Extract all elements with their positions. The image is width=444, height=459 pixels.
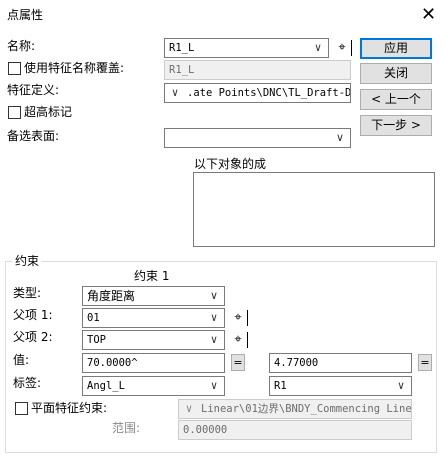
- tag1-combo[interactable]: Angl_L ∨: [82, 376, 225, 396]
- planar-constraint-value: Linear\01边界\BNDY_Commencing Line: [201, 403, 412, 415]
- name-value: R1_L: [169, 42, 195, 54]
- tag2-combo[interactable]: R1 ∨: [269, 376, 412, 396]
- close-icon[interactable]: ✕: [413, 0, 444, 29]
- override-name-checkbox[interactable]: [8, 62, 21, 75]
- apply-button[interactable]: 应用: [360, 38, 432, 59]
- parent2-label: 父项 2:: [13, 330, 53, 344]
- type-value: 角度距离: [87, 289, 136, 303]
- next-button[interactable]: 下一步 >: [360, 115, 432, 136]
- chevron-down-icon[interactable]: ∨: [333, 129, 347, 147]
- pick-parent2-icon[interactable]: ⌖: [230, 331, 248, 349]
- parent1-combo[interactable]: 01 ∨: [82, 308, 225, 328]
- parent2-value: TOP: [87, 334, 106, 346]
- alt-surface-label: 备选表面:: [7, 129, 60, 143]
- override-name-field: R1_L: [164, 60, 351, 80]
- chevron-down-icon[interactable]: ∨: [207, 287, 221, 305]
- type-combo[interactable]: 角度距离 ∨: [82, 286, 225, 306]
- objects-list[interactable]: [193, 172, 435, 247]
- prev-button[interactable]: < 上一个: [360, 89, 432, 110]
- close-button[interactable]: 关闭: [360, 63, 432, 84]
- range-label: 范围:: [112, 421, 141, 435]
- objects-label: 以下对象的成: [194, 157, 267, 171]
- pick-parent1-icon[interactable]: ⌖: [230, 309, 248, 327]
- chevron-down-icon: ∨: [185, 402, 193, 415]
- superelevation-label: 超高标记: [24, 105, 73, 119]
- alt-surface-combo[interactable]: ∨: [164, 128, 351, 148]
- superelevation-checkbox[interactable]: [8, 106, 21, 119]
- range-field: 0.00000: [178, 420, 412, 440]
- tag2-value: R1: [274, 380, 287, 392]
- chevron-down-icon[interactable]: ∨: [207, 331, 221, 349]
- parent1-value: 01: [87, 312, 100, 324]
- tag-label: 标签:: [13, 376, 42, 390]
- override-name-label: 使用特征名称覆盖:: [24, 61, 125, 75]
- name-combo[interactable]: R1_L ∨: [164, 38, 329, 58]
- feature-def-label: 特征定义:: [7, 83, 60, 97]
- parent1-label: 父项 1:: [13, 308, 53, 322]
- value2-field[interactable]: 4.77000: [269, 353, 412, 373]
- chevron-down-icon[interactable]: ∨: [168, 84, 182, 102]
- feature-def-combo[interactable]: ∨ .ate Points\DNC\TL_Draft-DNC: [164, 83, 351, 103]
- type-label: 类型:: [13, 286, 42, 300]
- chevron-down-icon[interactable]: ∨: [311, 39, 325, 57]
- tag1-value: Angl_L: [87, 380, 125, 392]
- window-title: 点属性: [7, 8, 44, 22]
- value1-field[interactable]: 70.0000^: [82, 353, 225, 373]
- chevron-down-icon[interactable]: ∨: [394, 377, 408, 395]
- chevron-down-icon[interactable]: ∨: [207, 309, 221, 327]
- planar-constraint-combo: ∨ Linear\01边界\BNDY_Commencing Line: [178, 399, 412, 419]
- name-label: 名称:: [7, 39, 36, 53]
- constraints-group-label: 约束: [12, 253, 43, 269]
- constraint-header: 约束 1: [134, 269, 170, 283]
- pick-point-icon[interactable]: ⌖: [334, 39, 352, 57]
- feature-def-value: .ate Points\DNC\TL_Draft-DNC: [187, 87, 351, 99]
- chevron-down-icon[interactable]: ∨: [207, 377, 221, 395]
- planar-constraint-label: 平面特征约束:: [31, 401, 108, 415]
- equals-button-2[interactable]: =: [418, 354, 432, 371]
- value-label: 值:: [13, 353, 30, 367]
- parent2-combo[interactable]: TOP ∨: [82, 330, 225, 350]
- equals-button-1[interactable]: =: [231, 354, 245, 371]
- planar-constraint-checkbox[interactable]: [15, 402, 28, 415]
